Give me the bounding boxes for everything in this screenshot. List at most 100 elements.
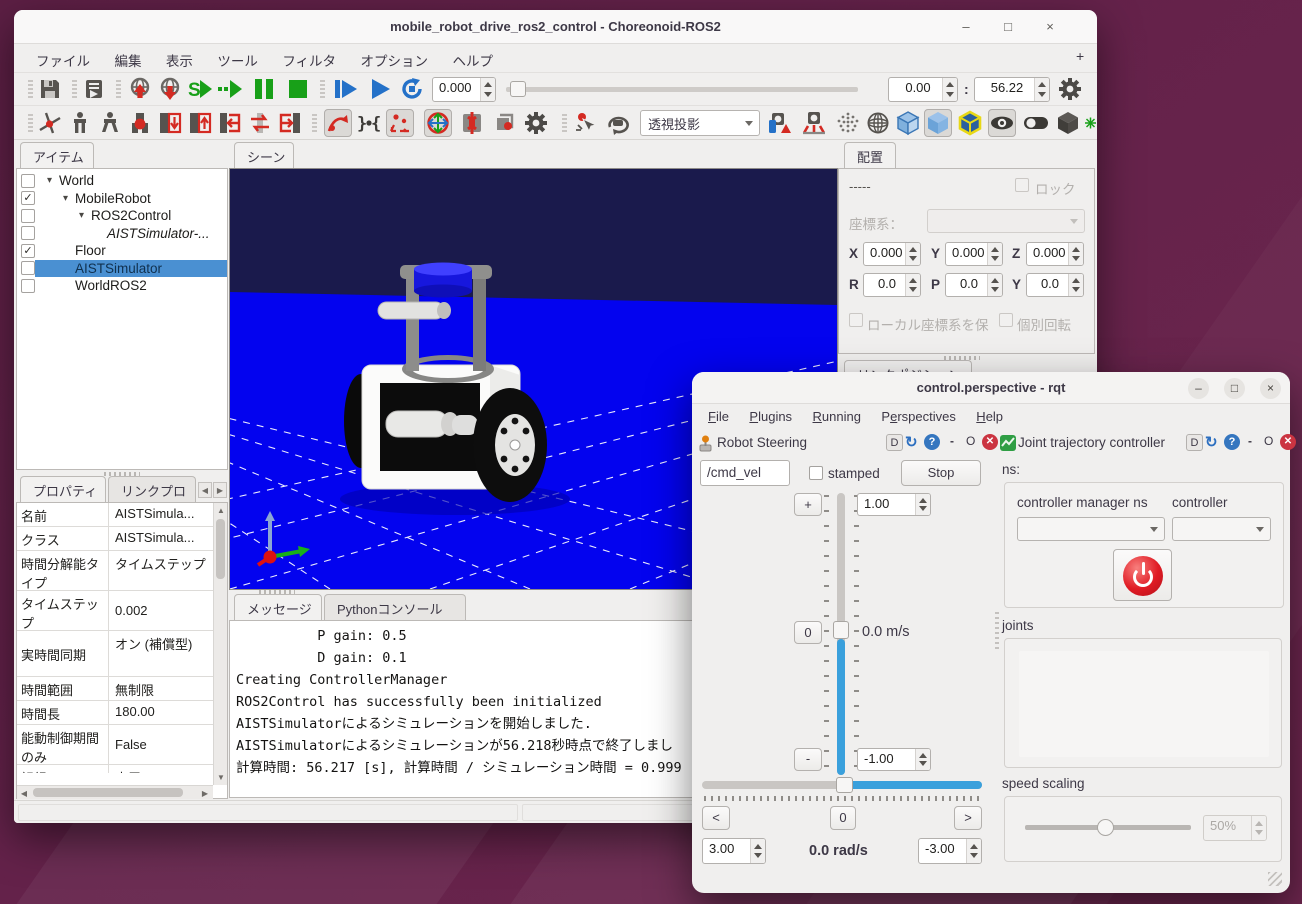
local-coord-checkbox[interactable]: [849, 313, 863, 327]
property-row[interactable]: 実時間同期オン (補償型): [17, 631, 213, 677]
property-row[interactable]: 時間分解能タイプタイムステップ: [17, 551, 213, 591]
wireframe-button[interactable]: [864, 109, 892, 137]
world-save-button[interactable]: [156, 75, 184, 103]
dock-help-icon[interactable]: ?: [1224, 434, 1240, 450]
angular-zero-button[interactable]: 0: [830, 806, 856, 830]
dark-cube-button[interactable]: [1054, 109, 1082, 137]
tab-scene[interactable]: シーン: [234, 142, 294, 171]
property-row[interactable]: タイムステップ0.002: [17, 591, 213, 631]
z-spinbox[interactable]: 0.000: [1026, 242, 1084, 266]
play-time-spinbox[interactable]: 0.00: [888, 77, 958, 102]
dock-dock-button[interactable]: D: [886, 434, 903, 451]
item-checkbox[interactable]: ✓: [21, 244, 35, 258]
trajectory-edit-button[interactable]: [324, 109, 352, 137]
simulation-pause-button[interactable]: [250, 75, 278, 103]
menu-filter[interactable]: フィルタ: [272, 46, 346, 74]
tab-items[interactable]: アイテム: [20, 142, 94, 171]
linear-minus-button[interactable]: -: [794, 748, 822, 771]
expander-icon[interactable]: ▾: [75, 210, 88, 221]
toolbar-grip[interactable]: [72, 80, 77, 100]
linear-slider-handle[interactable]: [833, 621, 849, 639]
dock-minimize-button[interactable]: -: [1248, 434, 1252, 448]
toggle-mode-button[interactable]: [1022, 109, 1050, 137]
simulation-start-button[interactable]: S: [186, 75, 214, 103]
tab-properties[interactable]: プロパティ: [20, 476, 106, 505]
toolbar-grip[interactable]: [562, 114, 567, 134]
tree-item-mobilerobot[interactable]: ✓ ▾ MobileRobot: [17, 190, 227, 208]
dock-help-icon[interactable]: ?: [924, 434, 940, 450]
roll-spinbox[interactable]: 0.0: [863, 273, 921, 297]
highlight-button[interactable]: [956, 109, 984, 137]
dock-close-button[interactable]: ✕: [982, 434, 998, 450]
dock-restore-button[interactable]: O: [1264, 434, 1273, 448]
scatter-move-button[interactable]: [386, 109, 414, 137]
playback-reset-button[interactable]: [398, 75, 426, 103]
menu-edit[interactable]: 編集: [104, 46, 151, 74]
resize-grip[interactable]: [1268, 872, 1282, 886]
speed-slider-handle[interactable]: [1097, 819, 1114, 836]
dock-reload-icon[interactable]: ↻: [1205, 433, 1218, 451]
tree-item-ros2control[interactable]: ▾ ROS2Control: [17, 207, 227, 225]
playback-play-button[interactable]: [366, 75, 394, 103]
scene-pick-button[interactable]: [572, 109, 600, 137]
scroll-right-button[interactable]: ▶: [199, 787, 211, 800]
stamped-checkbox[interactable]: [809, 466, 823, 480]
camera-down-button[interactable]: [800, 109, 828, 137]
tree-item-worldros2[interactable]: WorldROS2: [17, 277, 227, 295]
menu-options[interactable]: オプション: [351, 46, 439, 74]
property-row[interactable]: 時間長180.00: [17, 701, 213, 725]
maximize-button[interactable]: □: [1224, 378, 1245, 399]
scene-rotate-button[interactable]: [604, 109, 632, 137]
property-row[interactable]: クラスAISTSimula...: [17, 527, 213, 551]
linear-min-spinbox[interactable]: -1.00: [857, 748, 931, 771]
body-config-button[interactable]: [522, 109, 550, 137]
angular-slider[interactable]: [702, 781, 982, 789]
camera-capture-button[interactable]: [766, 109, 794, 137]
dock-minimize-button[interactable]: -: [950, 434, 954, 448]
total-time-spinbox[interactable]: 56.22: [974, 77, 1050, 102]
close-button[interactable]: ×: [1260, 378, 1281, 399]
v-scroll-thumb[interactable]: [216, 519, 225, 579]
close-button[interactable]: ×: [1041, 18, 1059, 36]
simulation-resume-button[interactable]: [216, 75, 244, 103]
expander-icon[interactable]: ▾: [43, 175, 56, 186]
angular-max-spinbox[interactable]: 3.00: [702, 838, 766, 864]
scroll-left-button[interactable]: ◀: [18, 787, 30, 800]
angular-left-button[interactable]: <: [702, 806, 730, 830]
collision-visual-button[interactable]: [490, 109, 518, 137]
lock-checkbox[interactable]: [1015, 178, 1029, 192]
property-row[interactable]: 時間範囲無制限: [17, 677, 213, 701]
jtc-header[interactable]: Joint trajectory controller D ↻ ? - O ✕: [1000, 432, 1286, 456]
menu-file[interactable]: File: [700, 407, 737, 426]
item-view-button[interactable]: [80, 75, 108, 103]
topic-input[interactable]: /cmd_vel: [700, 460, 790, 486]
menu-plugins[interactable]: Plugins: [741, 407, 800, 426]
menu-perspectives[interactable]: Perspectives: [873, 407, 963, 426]
pitch-spinbox[interactable]: 0.0: [945, 273, 1003, 297]
joint-connect-button[interactable]: }{: [355, 109, 383, 137]
tab-scroll-right-button[interactable]: ▶: [213, 482, 227, 498]
playback-step-button[interactable]: [332, 75, 360, 103]
linear-plus-button[interactable]: +: [794, 493, 822, 516]
collision-star-button[interactable]: [1084, 109, 1097, 137]
dock-close-button[interactable]: ✕: [1280, 434, 1296, 450]
simulation-stop-button[interactable]: [284, 75, 312, 103]
toolbar-grip[interactable]: [116, 80, 121, 100]
time-slider[interactable]: [506, 87, 858, 92]
tab-message[interactable]: メッセージ: [234, 594, 322, 623]
yaw-spinbox[interactable]: 0.0: [1026, 273, 1084, 297]
pose-swap-button[interactable]: [246, 109, 274, 137]
item-checkbox[interactable]: [21, 226, 35, 240]
angular-min-spinbox[interactable]: -3.00: [918, 838, 982, 864]
property-row[interactable]: 能動制御期間のみFalse: [17, 725, 213, 765]
x-spinbox[interactable]: 0.000: [863, 242, 921, 266]
tree-item-aistsimulator[interactable]: AISTSimulator: [17, 260, 227, 278]
menu-running[interactable]: Running: [805, 407, 869, 426]
speed-slider[interactable]: [1025, 825, 1191, 830]
toolbar-grip[interactable]: [28, 114, 33, 134]
joints-list[interactable]: [1019, 651, 1269, 757]
h-scrollbar[interactable]: ◀ ▶: [17, 785, 213, 799]
property-row[interactable]: 記録モード末尾: [17, 765, 213, 773]
minimize-button[interactable]: –: [1188, 378, 1209, 399]
zmp-up-button[interactable]: [186, 109, 214, 137]
